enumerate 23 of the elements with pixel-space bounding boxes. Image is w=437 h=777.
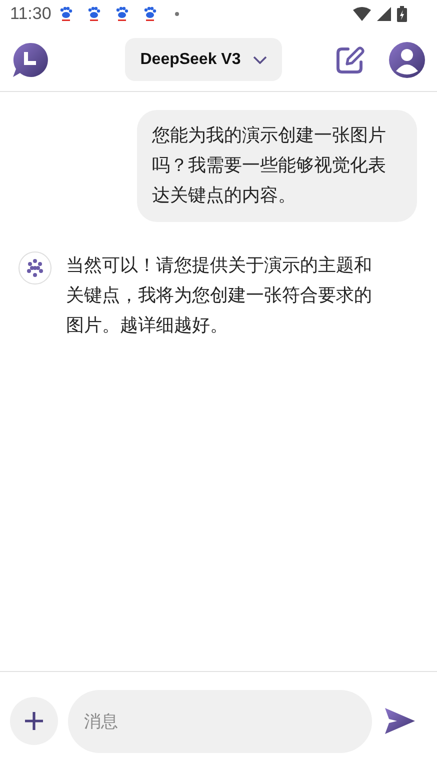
paw-icon <box>115 6 130 22</box>
add-button[interactable] <box>10 697 58 745</box>
assistant-avatar-icon <box>18 251 52 285</box>
paw-icon <box>59 6 74 22</box>
edit-icon <box>335 44 365 74</box>
user-message: 您能为我的演示创建一张图片吗？我需要一些能够视觉化表达关键点的内容。 <box>137 110 417 222</box>
paw-icon <box>143 6 158 22</box>
send-icon <box>383 706 417 736</box>
status-time: 11:30 <box>10 3 52 26</box>
profile-button[interactable] <box>389 42 425 78</box>
model-selector[interactable]: DeepSeek V3 <box>125 38 282 81</box>
battery-icon <box>397 6 407 22</box>
new-chat-button[interactable] <box>335 44 365 74</box>
chat-clock-icon <box>12 42 48 78</box>
assistant-message: 当然可以！请您提供关于演示的主题和关键点，我将为您创建一张符合要求的图片。越详细越好。 <box>66 254 373 338</box>
paw-icon <box>87 6 102 22</box>
history-button[interactable] <box>12 42 48 78</box>
wifi-icon <box>353 7 371 21</box>
message-input[interactable]: 消息 <box>68 690 372 753</box>
user-avatar-icon <box>389 42 425 78</box>
signal-icon <box>377 7 391 21</box>
chevron-down-icon <box>252 56 267 64</box>
plus-icon <box>24 711 44 731</box>
